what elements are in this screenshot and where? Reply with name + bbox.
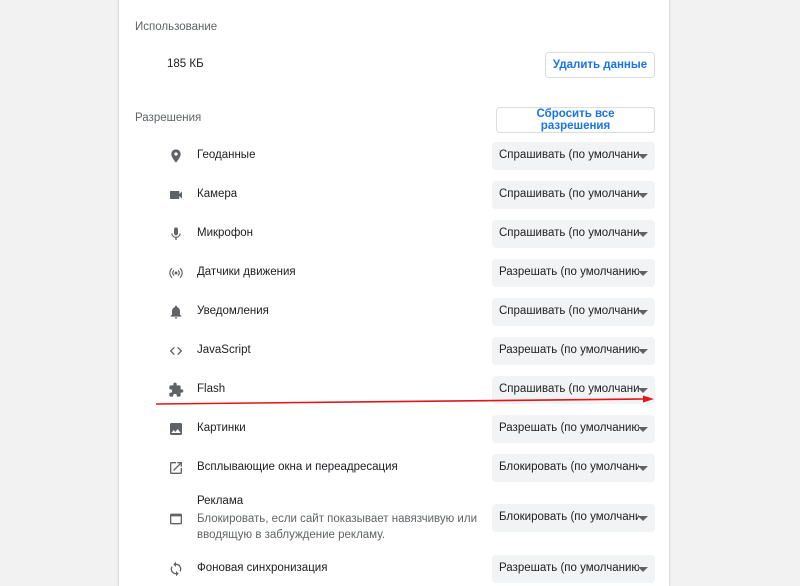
reset-permissions-button[interactable]: Сбросить все разрешения	[496, 107, 655, 133]
permission-select[interactable]: Спрашивать (по умолчанию)	[492, 376, 655, 404]
dropdown-arrow-icon	[638, 310, 648, 315]
permission-select[interactable]: Блокировать (по умолчанию)	[492, 504, 655, 532]
permission-label: Датчики движения	[197, 266, 296, 278]
motion-sensors-icon	[168, 265, 184, 281]
permission-select[interactable]: Разрешать (по умолчанию)	[492, 555, 655, 583]
permission-label: Всплывающие окна и переадресация	[197, 461, 398, 473]
permission-row-motion-sensors: Датчики движения Разрешать (по умолчанию…	[119, 259, 669, 287]
site-settings-card: Использование 185 КБ Удалить данные Разр…	[118, 0, 670, 586]
permission-select-value: Разрешать (по умолчанию)	[499, 266, 639, 278]
location-pin-icon	[168, 148, 184, 164]
permission-select-value: Спрашивать (по умолчанию)	[499, 227, 639, 239]
permission-row-ads: Реклама Блокировать, если сайт показывае…	[119, 494, 669, 544]
permission-select-value: Разрешать (по умолчанию)	[499, 422, 639, 434]
permission-select-value: Спрашивать (по умолчанию)	[499, 305, 639, 317]
permission-select[interactable]: Разрешать (по умолчанию)	[492, 415, 655, 443]
code-icon	[168, 343, 184, 359]
dropdown-arrow-icon	[638, 427, 648, 432]
permission-select[interactable]: Спрашивать (по умолчанию)	[492, 220, 655, 248]
permission-row-images: Картинки Разрешать (по умолчанию)	[119, 415, 669, 443]
ad-window-icon	[168, 511, 184, 527]
bell-icon	[168, 304, 184, 320]
permission-label: JavaScript	[197, 344, 251, 356]
puzzle-icon	[168, 382, 184, 398]
permission-select-value: Спрашивать (по умолчанию)	[499, 149, 639, 161]
permission-label: Камера	[197, 188, 238, 200]
permission-select-value: Разрешать (по умолчанию)	[499, 344, 639, 356]
permission-row-microphone: Микрофон Спрашивать (по умолчанию)	[119, 220, 669, 248]
permission-row-popups: Всплывающие окна и переадресация Блокиро…	[119, 454, 669, 482]
permission-select[interactable]: Спрашивать (по умолчанию)	[492, 298, 655, 326]
image-icon	[168, 421, 184, 437]
dropdown-arrow-icon	[638, 232, 648, 237]
permission-select[interactable]: Разрешать (по умолчанию)	[492, 337, 655, 365]
permission-label: Картинки	[197, 422, 246, 434]
permission-select-value: Блокировать (по умолчанию)	[499, 511, 639, 523]
permission-row-background-sync: Фоновая синхронизация Разрешать (по умол…	[119, 555, 669, 583]
dropdown-arrow-icon	[638, 271, 648, 276]
permission-select-value: Разрешать (по умолчанию)	[499, 562, 639, 574]
dropdown-arrow-icon	[638, 349, 648, 354]
permission-label: Фоновая синхронизация	[197, 562, 328, 574]
camera-icon	[168, 187, 184, 203]
usage-value: 185 КБ	[167, 58, 204, 70]
dropdown-arrow-icon	[638, 516, 648, 521]
permission-label: Геоданные	[197, 149, 256, 161]
permissions-section-title: Разрешения	[135, 112, 202, 124]
sync-icon	[168, 561, 184, 577]
usage-section-title: Использование	[135, 21, 218, 33]
permission-select[interactable]: Блокировать (по умолчанию)	[492, 454, 655, 482]
dropdown-arrow-icon	[638, 193, 648, 198]
permission-row-notifications: Уведомления Спрашивать (по умолчанию)	[119, 298, 669, 326]
clear-data-button[interactable]: Удалить данные	[545, 52, 655, 78]
permission-select[interactable]: Спрашивать (по умолчанию)	[492, 142, 655, 170]
permission-select[interactable]: Спрашивать (по умолчанию)	[492, 181, 655, 209]
permission-select-value: Блокировать (по умолчанию)	[499, 461, 639, 473]
permission-row-location: Геоданные Спрашивать (по умолчанию)	[119, 142, 669, 170]
dropdown-arrow-icon	[638, 567, 648, 572]
permission-row-javascript: JavaScript Разрешать (по умолчанию)	[119, 337, 669, 365]
permission-select[interactable]: Разрешать (по умолчанию)	[492, 259, 655, 287]
dropdown-arrow-icon	[638, 466, 648, 471]
permission-row-flash: Flash Спрашивать (по умолчанию)	[119, 376, 669, 404]
open-in-new-icon	[168, 460, 184, 476]
permission-label: Микрофон	[197, 227, 254, 239]
permission-sublabel: Блокировать, если сайт показывает навязч…	[197, 513, 477, 541]
microphone-icon	[168, 226, 184, 242]
dropdown-arrow-icon	[638, 154, 648, 159]
permission-label: Flash	[197, 383, 226, 395]
dropdown-arrow-icon	[638, 388, 648, 393]
permission-label: Уведомления	[197, 305, 269, 317]
permission-label: Реклама	[197, 495, 244, 507]
permission-row-camera: Камера Спрашивать (по умолчанию)	[119, 181, 669, 209]
permission-select-value: Спрашивать (по умолчанию)	[499, 383, 639, 395]
permission-select-value: Спрашивать (по умолчанию)	[499, 188, 639, 200]
